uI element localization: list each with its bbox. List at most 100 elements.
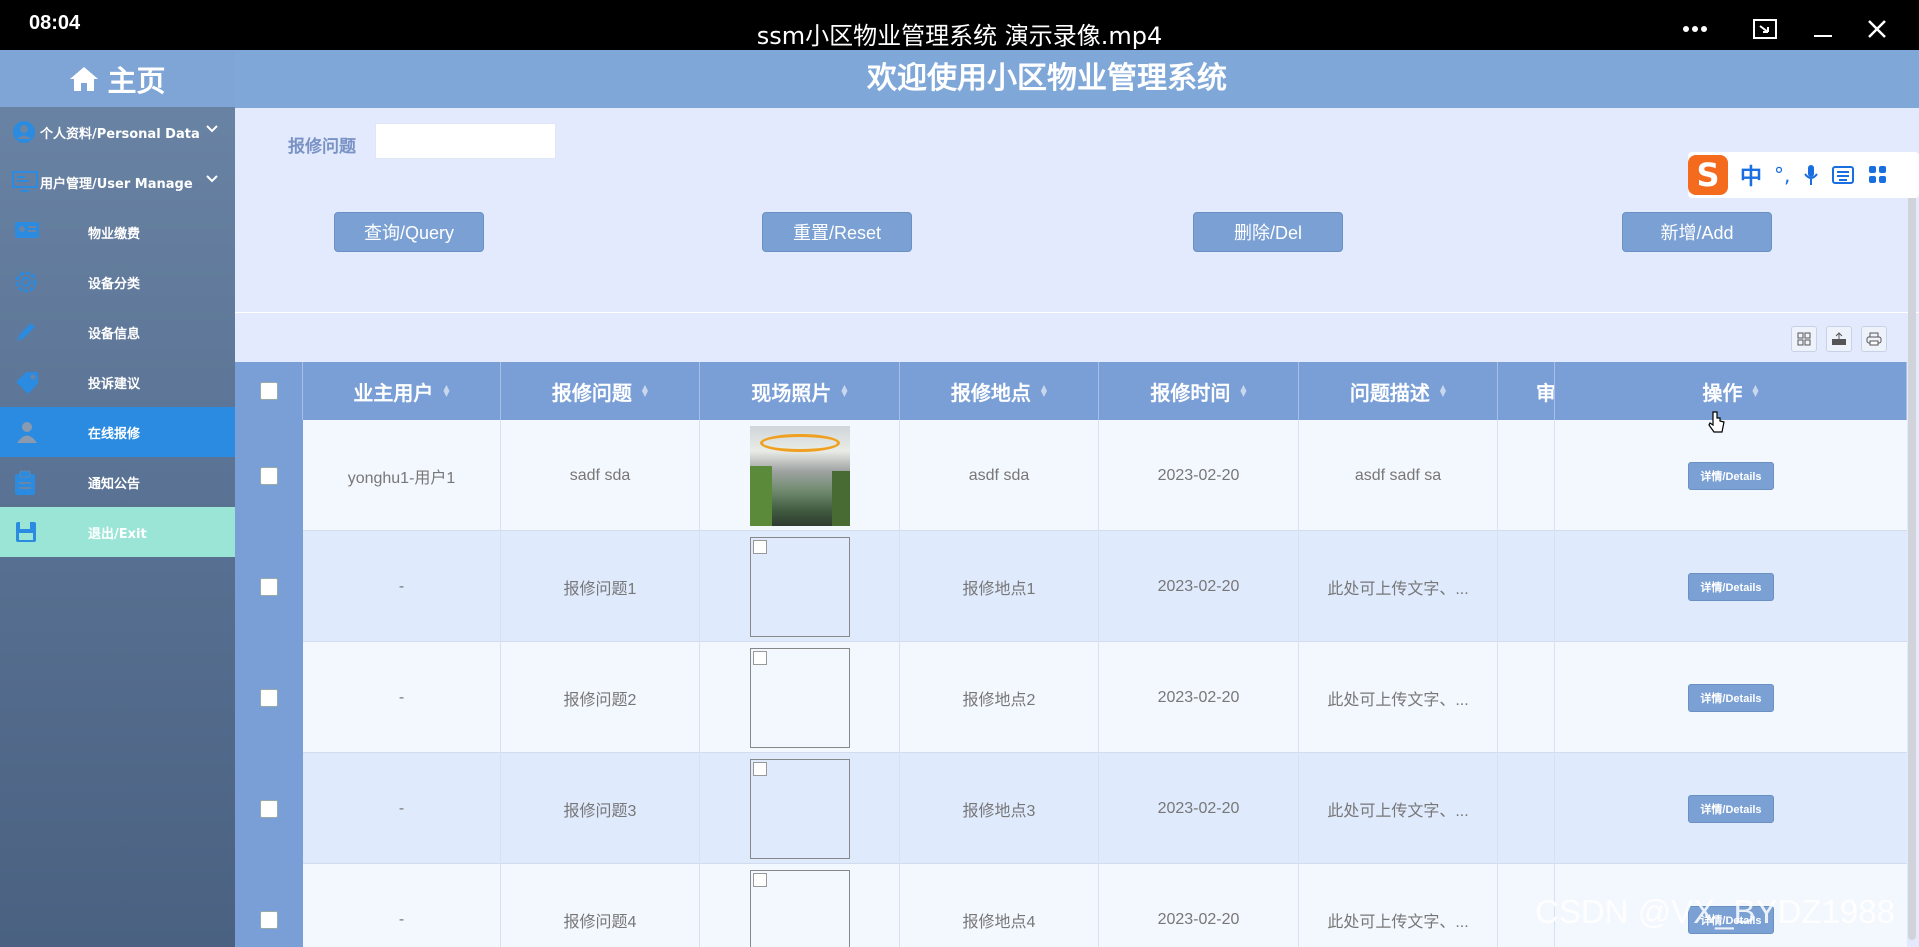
search-input[interactable]	[375, 123, 556, 159]
table-cell: 2023-02-20	[1099, 531, 1299, 642]
clipboard-icon	[14, 470, 40, 495]
table-cell: 2023-02-20	[1099, 753, 1299, 864]
row-checkbox[interactable]	[260, 799, 278, 818]
sidebar-item-1[interactable]: 用户管理/User Manage	[0, 157, 235, 207]
column-header[interactable]: 问题描述 ▲ ▼	[1299, 362, 1498, 420]
sidebar-item-label: 物业缴费	[88, 226, 141, 242]
id-card-icon	[14, 220, 40, 244]
chevron-down-icon	[205, 123, 219, 138]
monitor-icon	[12, 170, 38, 194]
column-header-label: 业主用户	[353, 380, 434, 405]
broken-image-icon[interactable]	[749, 869, 850, 947]
cell-text: 报修地点4	[962, 913, 1036, 931]
cell-text: 报修问题1	[563, 580, 637, 598]
cell-text: -	[398, 799, 405, 817]
cell-text: -	[398, 577, 405, 595]
close-icon[interactable]	[1860, 12, 1894, 46]
sort-icon[interactable]: ▲ ▼	[443, 384, 449, 398]
broken-image-icon[interactable]	[749, 647, 850, 748]
details-button[interactable]: 详情/Details	[1688, 794, 1774, 823]
sort-icon[interactable]: ▲ ▼	[642, 384, 648, 398]
minimize-icon[interactable]	[1806, 12, 1840, 46]
broken-image-icon[interactable]	[749, 758, 850, 859]
export-icon[interactable]	[1826, 326, 1852, 352]
cell-text: 2023-02-20	[1157, 466, 1240, 484]
row-checkbox-cell	[235, 642, 303, 753]
home-icon	[70, 66, 99, 91]
more-icon[interactable]	[1678, 12, 1712, 46]
column-header[interactable]: 报修地点 ▲ ▼	[900, 362, 1099, 420]
page-header: 欢迎使用小区物业管理系统	[235, 50, 1919, 108]
column-header[interactable]: 现场照片 ▲ ▼	[700, 362, 900, 420]
reset-button[interactable]: 重置/Reset	[762, 212, 912, 252]
scrollbar[interactable]	[1908, 160, 1916, 940]
columns-icon[interactable]	[1791, 326, 1817, 352]
cell-text: 报修地点3	[962, 802, 1036, 820]
ime-mode[interactable]: 中	[1740, 159, 1762, 191]
cell-text: 报修地点1	[962, 580, 1036, 598]
delete-button[interactable]: 删除/Del	[1193, 212, 1343, 252]
select-all-checkbox[interactable]	[259, 382, 278, 400]
ime-toolbar[interactable]: S 中 °,	[1688, 152, 1919, 198]
table-cell: -	[303, 531, 501, 642]
cell-text: 2023-02-20	[1157, 688, 1240, 706]
sort-icon[interactable]: ▲ ▼	[1440, 384, 1446, 398]
sidebar-item-8[interactable]: 退出/Exit	[0, 507, 235, 557]
row-checkbox[interactable]	[260, 910, 278, 929]
broken-image-icon[interactable]	[749, 536, 850, 637]
table-row: yonghu1-用户1 sadf sda asdf sda 2023-02-20 asd…	[235, 420, 1907, 531]
sidebar-item-7[interactable]: 通知公告	[0, 457, 235, 507]
sort-icon[interactable]: ▲ ▼	[1041, 384, 1047, 398]
query-button[interactable]: 查询/Query	[334, 212, 484, 252]
sidebar-item-0[interactable]: 个人资料/Personal Data	[0, 107, 235, 157]
cell-text: -	[398, 688, 405, 706]
column-header[interactable]: 操作 ▲ ▼	[1555, 362, 1907, 420]
site-photo[interactable]	[749, 425, 850, 526]
row-checkbox[interactable]	[260, 466, 278, 485]
details-button[interactable]: 详情/Details	[1688, 461, 1774, 490]
details-button[interactable]: 详情/Details	[1688, 683, 1774, 712]
select-all-checkbox-cell	[235, 362, 303, 420]
keyboard-icon[interactable]	[1832, 166, 1855, 184]
sidebar-item-5[interactable]: 投诉建议	[0, 357, 235, 407]
main-content: 报修问题 查询/Query 重置/Reset 删除/Del 新增/Add 业主用…	[235, 108, 1919, 947]
print-icon[interactable]	[1861, 326, 1887, 352]
apps-icon[interactable]	[1868, 165, 1888, 185]
sort-icon[interactable]: ▲ ▼	[1752, 384, 1758, 398]
sort-icon[interactable]: ▲ ▼	[841, 384, 847, 398]
sidebar-item-2[interactable]: 物业缴费	[0, 207, 235, 257]
column-header[interactable]: 报修问题 ▲ ▼	[501, 362, 700, 420]
mini-window-icon[interactable]	[1748, 12, 1782, 46]
table-cell	[700, 753, 900, 864]
table-cell: -	[303, 864, 501, 947]
row-checkbox[interactable]	[260, 577, 278, 596]
column-header[interactable]: 审	[1498, 362, 1555, 420]
sidebar-item-label: 个人资料/Personal Data	[40, 126, 200, 142]
sort-icon[interactable]: ▲ ▼	[1240, 384, 1246, 398]
gear-icon	[14, 270, 40, 294]
repair-table: 业主用户 ▲ ▼ 报修问题 ▲ ▼ 现场照片 ▲ ▼ 报修地点 ▲ ▼ 报修时间 ▲ ▼ 问题描述 ▲ ▼ 审 操作 ▲…	[235, 362, 1907, 947]
sidebar-item-3[interactable]: 设备分类	[0, 257, 235, 307]
table-row: - 报修问题3 报修地点3 2023-02-20 此处可上传文字、... 详情/Detai…	[235, 753, 1907, 864]
user-circle-icon	[12, 120, 38, 144]
table-cell	[1498, 420, 1555, 531]
column-header[interactable]: 业主用户 ▲ ▼	[303, 362, 501, 420]
row-checkbox-cell	[235, 753, 303, 864]
page-title: 欢迎使用小区物业管理系统	[867, 61, 1227, 96]
punctuation-icon[interactable]: °,	[1774, 163, 1790, 187]
home-link[interactable]: 主页	[0, 50, 235, 107]
table-cell	[700, 420, 900, 531]
column-header[interactable]: 报修时间 ▲ ▼	[1099, 362, 1299, 420]
add-button[interactable]: 新增/Add	[1622, 212, 1772, 252]
sidebar-item-6[interactable]: 在线报修	[0, 407, 235, 457]
row-checkbox[interactable]	[260, 688, 278, 707]
table-cell: asdf sadf sa	[1299, 420, 1498, 531]
table-cell	[1498, 642, 1555, 753]
column-header-label: 问题描述	[1349, 380, 1430, 405]
table-cell: 报修问题4	[501, 864, 700, 947]
people-icon	[14, 420, 40, 444]
sidebar-item-4[interactable]: 设备信息	[0, 307, 235, 357]
details-button[interactable]: 详情/Details	[1688, 572, 1774, 601]
cell-text: 此处可上传文字、...	[1327, 802, 1469, 820]
microphone-icon[interactable]	[1804, 164, 1819, 186]
